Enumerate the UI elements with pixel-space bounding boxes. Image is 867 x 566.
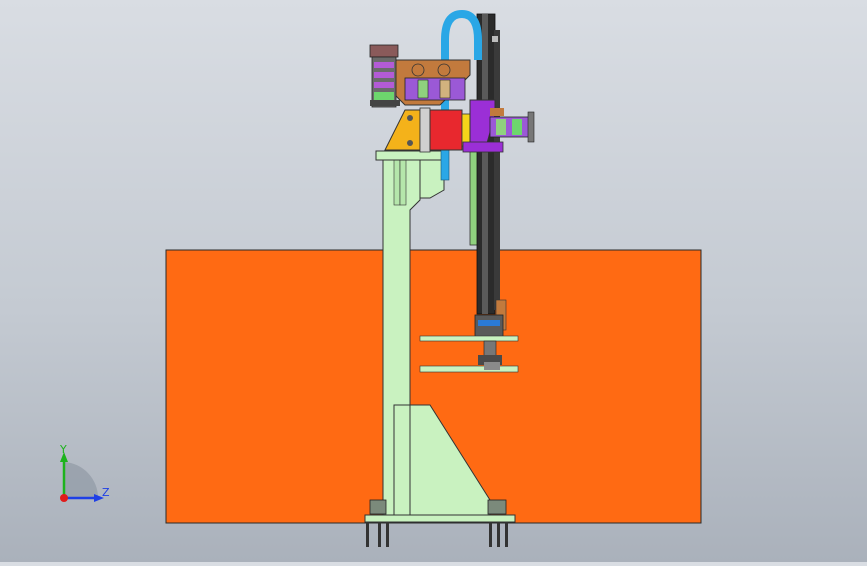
axis-z-label: Z	[102, 486, 110, 499]
cad-viewport[interactable]: Y Z	[0, 0, 867, 562]
horizontal-cylinder[interactable]	[489, 108, 535, 143]
axis-y-label: Y	[60, 443, 67, 456]
model-canvas[interactable]	[0, 0, 867, 562]
axis-triad	[60, 452, 104, 502]
top-arm-assembly[interactable]	[369, 44, 471, 108]
axis-triad-shading	[64, 462, 99, 498]
axis-origin-icon	[60, 494, 68, 502]
base-foot-right	[487, 499, 508, 547]
